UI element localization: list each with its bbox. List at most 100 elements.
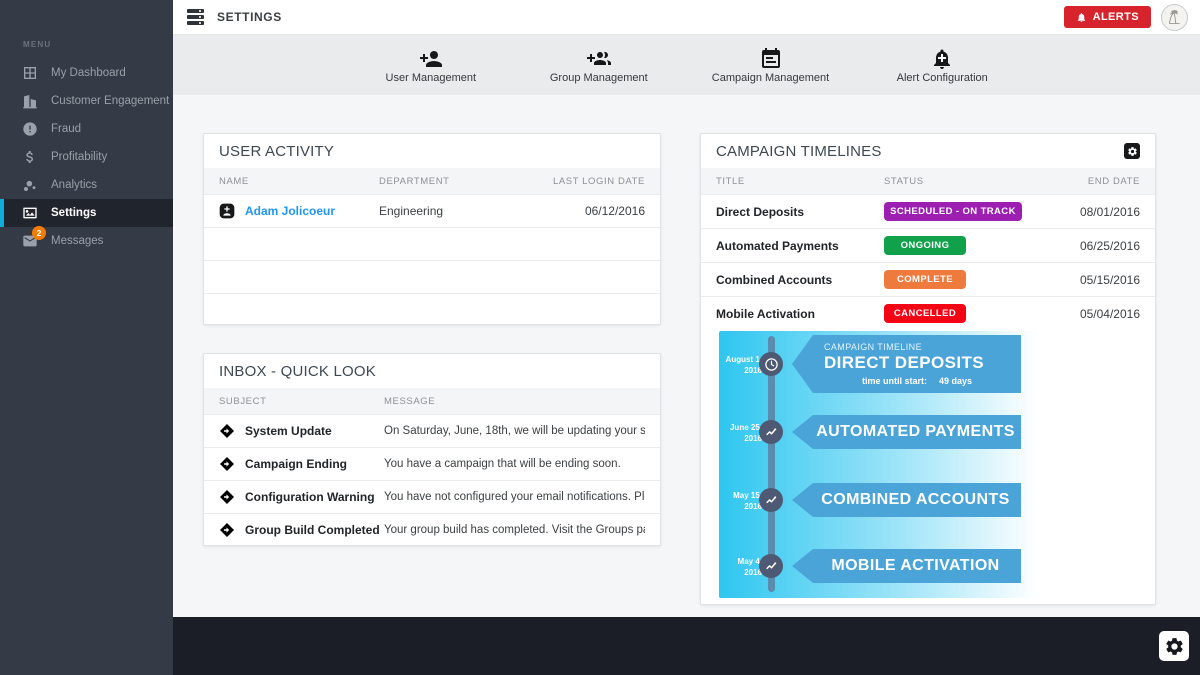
sidebar-item-analytics[interactable]: Analytics [0, 171, 173, 199]
campaign-row[interactable]: Direct Deposits SCHEDULED - ON TRACK 08/… [701, 194, 1155, 228]
diamond-arrow-icon [219, 456, 235, 472]
inbox-row[interactable]: Campaign Ending You have a campaign that… [204, 447, 660, 480]
inbox-title: INBOX - QUICK LOOK [219, 363, 376, 380]
dashboard-icon [22, 65, 38, 81]
user-add-icon [419, 47, 443, 71]
timeline-date: June 25,2016 [720, 423, 762, 445]
sidebar-item-label: Profitability [51, 151, 107, 163]
timeline-date: May 15,2016 [720, 491, 762, 513]
topbar: SETTINGS ALERTS [173, 0, 1200, 35]
col-header-last-login: LAST LOGIN DATE [535, 176, 645, 187]
alerts-button[interactable]: ALERTS [1064, 6, 1151, 28]
inbox-row[interactable]: Configuration Warning You have not confi… [204, 480, 660, 513]
trend-icon [764, 425, 779, 440]
campaign-row[interactable]: Mobile Activation CANCELLED 05/04/2016 [701, 296, 1155, 330]
subnav-group-management[interactable]: Group Management [544, 47, 654, 84]
server-stack-icon [187, 9, 205, 25]
avatar[interactable] [1161, 4, 1188, 31]
col-header-name: NAME [219, 176, 379, 187]
user-name-link[interactable]: Adam Jolicoeur [245, 204, 335, 218]
sidebar-menu-label: MENU [0, 0, 173, 59]
dollar-icon [22, 149, 38, 165]
footer-settings-button[interactable] [1159, 631, 1189, 661]
calendar-icon [759, 47, 783, 71]
inbox-message: On Saturday, June, 18th, we will be upda… [384, 425, 645, 437]
inbox-subject: Group Build Completed [245, 523, 380, 537]
sidebar-item-messages[interactable]: 2 Messages [0, 227, 173, 255]
sidebar-item-label: Fraud [51, 123, 81, 135]
sidebar-item-label: Customer Engagement [51, 95, 169, 107]
inbox-header: SUBJECT MESSAGE [204, 388, 660, 414]
campaign-title: Automated Payments [716, 239, 884, 253]
timeline-date: August 1,2016 [720, 355, 762, 377]
user-activity-panel: USER ACTIVITY NAME DEPARTMENT LAST LOGIN… [203, 133, 661, 325]
campaign-row[interactable]: Automated Payments ONGOING 06/25/2016 [701, 228, 1155, 262]
clock-icon [764, 357, 779, 372]
user-department: Engineering [379, 204, 535, 218]
sidebar-item-profitability[interactable]: Profitability [0, 143, 173, 171]
timeline-banner-combined-accounts[interactable]: COMBINED ACCOUNTS [792, 483, 1021, 517]
col-header-subject: SUBJECT [219, 396, 384, 407]
timeline-banner-direct-deposits[interactable]: CAMPAIGN TIMELINE DIRECT DEPOSITS time u… [792, 335, 1021, 393]
inbox-row[interactable]: Group Build Completed Your group build h… [204, 513, 660, 546]
inbox-subject: Campaign Ending [245, 457, 347, 471]
bell-add-icon [930, 47, 954, 71]
subnav-label: Alert Configuration [897, 72, 988, 84]
col-header-status: STATUS [884, 176, 1040, 187]
user-activity-row[interactable]: Adam Jolicoeur Engineering 06/12/2016 [204, 194, 660, 227]
footer [173, 617, 1200, 675]
subnav-alert-configuration[interactable]: Alert Configuration [887, 47, 997, 84]
timeline-node [759, 488, 783, 512]
settings-dashboard: MENU My Dashboard Customer Engagement Fr… [0, 0, 1200, 675]
campaign-title: Combined Accounts [716, 273, 884, 287]
inbox-subject: System Update [245, 424, 332, 438]
subnav-label: User Management [386, 72, 477, 84]
campaign-title: Mobile Activation [716, 307, 884, 321]
trend-icon [764, 559, 779, 574]
alerts-label: ALERTS [1093, 11, 1139, 23]
subnav-label: Campaign Management [712, 72, 829, 84]
timeline-banner-mobile-activation[interactable]: MOBILE ACTIVATION [792, 549, 1021, 583]
subnav-label: Group Management [550, 72, 648, 84]
user-activity-header: NAME DEPARTMENT LAST LOGIN DATE [204, 168, 660, 194]
empty-row [204, 260, 660, 293]
timeline-node [759, 554, 783, 578]
timeline-date: May 4,2016 [720, 557, 762, 579]
subnav-user-management[interactable]: User Management [376, 47, 486, 84]
inbox-panel: INBOX - QUICK LOOK SUBJECT MESSAGE Syste… [203, 353, 661, 546]
sidebar-item-label: My Dashboard [51, 67, 126, 79]
status-badge: COMPLETE [884, 270, 966, 289]
diamond-arrow-icon [219, 522, 235, 538]
sidebar: MENU My Dashboard Customer Engagement Fr… [0, 0, 173, 675]
alert-circle-icon [22, 121, 38, 137]
user-last-login: 06/12/2016 [535, 204, 645, 218]
user-activity-title: USER ACTIVITY [219, 143, 334, 160]
image-icon [22, 205, 38, 221]
campaign-end-date: 05/15/2016 [1040, 273, 1140, 287]
campaign-timeline-graphic: August 1,2016 CAMPAIGN TIMELINE DIRECT D… [719, 331, 1149, 598]
subnav-campaign-management[interactable]: Campaign Management [712, 47, 829, 84]
campaign-end-date: 05/04/2016 [1040, 307, 1140, 321]
timeline-banner-title: AUTOMATED PAYMENTS [816, 423, 1015, 441]
timeline-banner-automated-payments[interactable]: AUTOMATED PAYMENTS [792, 415, 1021, 449]
inbox-message: You have a campaign that will be ending … [384, 458, 645, 470]
panel-settings-button[interactable] [1124, 143, 1140, 159]
sidebar-item-label: Settings [51, 207, 96, 219]
sidebar-item-customer-engagement[interactable]: Customer Engagement [0, 87, 173, 115]
campaign-timelines-panel: CAMPAIGN TIMELINES TITLE STATUS END DATE… [700, 133, 1156, 605]
timeline-banner-sub: time until start:49 days [862, 376, 1011, 386]
inbox-message: You have not configured your email notif… [384, 491, 645, 503]
col-header-message: MESSAGE [384, 396, 645, 407]
sidebar-item-fraud[interactable]: Fraud [0, 115, 173, 143]
campaign-end-date: 06/25/2016 [1040, 239, 1140, 253]
inbox-row[interactable]: System Update On Saturday, June, 18th, w… [204, 414, 660, 447]
trend-icon [764, 493, 779, 508]
col-header-department: DEPARTMENT [379, 176, 535, 187]
sidebar-item-settings[interactable]: Settings [0, 199, 173, 227]
messages-badge: 2 [32, 226, 46, 240]
diamond-arrow-icon [219, 423, 235, 439]
campaigns-title: CAMPAIGN TIMELINES [716, 143, 882, 160]
campaign-row[interactable]: Combined Accounts COMPLETE 05/15/2016 [701, 262, 1155, 296]
page-title: SETTINGS [217, 10, 282, 24]
sidebar-item-my-dashboard[interactable]: My Dashboard [0, 59, 173, 87]
